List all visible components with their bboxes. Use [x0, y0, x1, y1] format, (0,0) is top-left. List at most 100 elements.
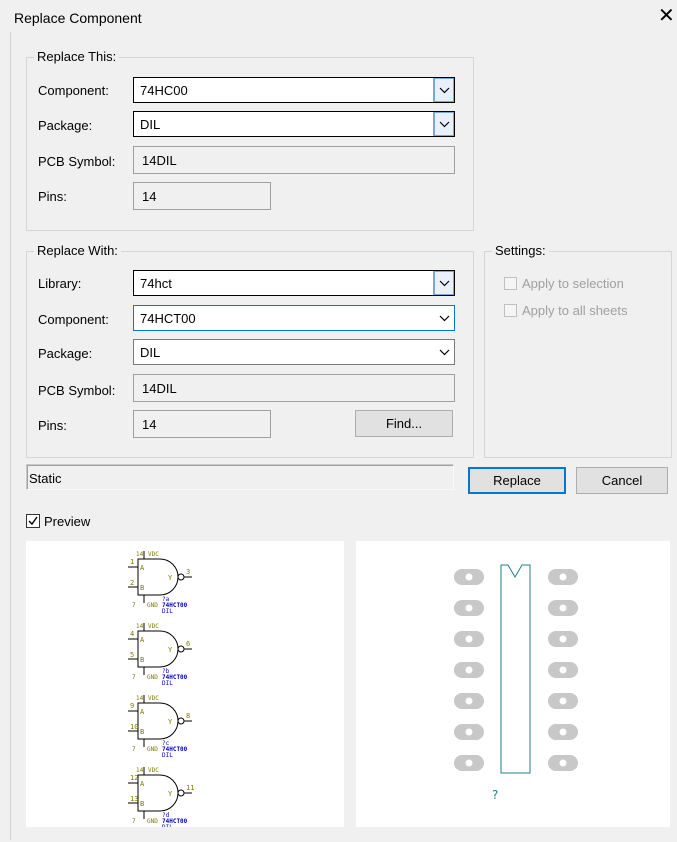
pin-letter-b: B	[140, 728, 144, 736]
power-net-label: VDC	[148, 551, 159, 558]
pin-number-a: 4	[130, 630, 134, 638]
nand-bubble	[177, 645, 185, 653]
library-combo[interactable]: 74hct	[133, 270, 455, 296]
new-pcb-symbol-field: 14DIL	[133, 374, 455, 402]
pcb-pad-hole	[559, 573, 567, 581]
power-pin-number: 14	[136, 767, 144, 774]
pcb-pad-hole	[559, 635, 567, 643]
pin-number-b: 5	[130, 651, 134, 659]
gnd-net-label: GND	[147, 602, 158, 609]
cancel-button[interactable]: Cancel	[576, 467, 668, 494]
pin-letter-a: A	[140, 564, 145, 572]
pin-letter-a: A	[140, 780, 145, 788]
pin-letter-a: A	[140, 708, 145, 716]
pin-number-out: 11	[186, 784, 194, 792]
current-pins-value: 14	[142, 189, 157, 204]
package-label: Package:	[38, 118, 93, 133]
pin-number-out: 8	[186, 712, 190, 720]
power-pin-number: 14	[136, 695, 144, 702]
pin-number-out: 3	[186, 568, 190, 576]
power-net-label: VDC	[148, 623, 159, 630]
pcb-refdes: ?	[492, 788, 498, 802]
find-button[interactable]: Find...	[355, 410, 453, 437]
pin-number-out: 6	[186, 640, 190, 648]
pin-number-b: 2	[130, 579, 134, 587]
gnd-net-label: GND	[147, 674, 158, 681]
pin-letter-b: B	[140, 584, 144, 592]
power-pin-number: 14	[136, 623, 144, 630]
new-pins-value: 14	[142, 417, 157, 432]
pin-letter-y: Y	[168, 718, 173, 726]
gnd-net-label: GND	[147, 818, 158, 825]
pcb-pad-hole	[559, 666, 567, 674]
current-component-value: 74HC00	[140, 83, 188, 98]
replace-this-legend: Replace This:	[34, 49, 120, 64]
pcb-pad-hole	[465, 759, 473, 767]
pcb-pad-hole	[559, 759, 567, 767]
gnd-pin-number: 7	[132, 602, 136, 609]
chevron-down-icon[interactable]	[434, 340, 454, 364]
new-component-label: Component:	[38, 312, 109, 327]
schematic-preview-svg: 12314 VDC7 GNDABY?a74HCT00DIL45614 VDC7 GNDA…	[128, 551, 194, 831]
chevron-down-icon[interactable]	[433, 112, 454, 136]
pin-letter-b: B	[140, 800, 144, 808]
current-pcb-symbol-value: 14DIL	[142, 153, 177, 168]
pin-letter-y: Y	[168, 790, 173, 798]
current-component-combo[interactable]: 74HC00	[133, 77, 455, 103]
pcb-pad-hole	[465, 666, 473, 674]
gnd-pin-number: 7	[132, 818, 136, 825]
power-net-label: VDC	[148, 695, 159, 702]
checkmark-icon	[28, 516, 38, 526]
window-title: Replace Component	[14, 10, 142, 26]
close-icon[interactable]: ✕	[658, 6, 675, 26]
new-package-combo[interactable]: DIL	[133, 339, 455, 365]
pin-number-a: 9	[130, 702, 134, 710]
new-package-value: DIL	[140, 345, 161, 360]
package-name: DIL	[162, 608, 173, 615]
new-pins-label: Pins:	[38, 418, 67, 433]
chevron-down-icon[interactable]	[433, 271, 454, 295]
current-package-value: DIL	[140, 117, 161, 132]
pcb-pad-hole	[465, 728, 473, 736]
apply-all-sheets-checkbox[interactable]	[504, 304, 517, 317]
settings-legend: Settings:	[492, 243, 549, 258]
pcb-pad-hole	[465, 573, 473, 581]
component-label: Component:	[38, 83, 109, 98]
pins-label: Pins:	[38, 189, 67, 204]
replace-button[interactable]: Replace	[468, 467, 566, 494]
pin-number-b: 10	[130, 723, 138, 731]
new-pins-field: 14	[133, 410, 271, 438]
current-package-combo[interactable]: DIL	[133, 111, 455, 137]
preview-label: Preview	[44, 514, 91, 529]
pcb-pad-hole	[559, 728, 567, 736]
pcb-pad-hole	[559, 697, 567, 705]
status-field: Static	[26, 464, 454, 490]
gnd-net-label: GND	[147, 746, 158, 753]
new-component-combo[interactable]: 74HCT00	[133, 305, 455, 331]
library-value: 74hct	[140, 276, 172, 291]
pcb-pad-hole	[465, 604, 473, 612]
package-name: DIL	[162, 824, 173, 827]
pcb-pad-hole	[559, 604, 567, 612]
new-pcb-symbol-value: 14DIL	[142, 381, 177, 396]
library-label: Library:	[38, 276, 82, 291]
pcb-preview-panel: ?	[356, 541, 670, 827]
apply-selection-label: Apply to selection	[522, 276, 624, 291]
pin-letter-b: B	[140, 656, 144, 664]
chevron-down-icon[interactable]	[434, 306, 454, 330]
package-name: DIL	[162, 680, 173, 687]
nand-bubble	[177, 573, 185, 581]
preview-checkbox[interactable]	[26, 514, 40, 528]
package-name: DIL	[162, 752, 173, 759]
schematic-preview-panel: 1 2 3 14 VDC 7 GND A B Y ?a 74HCT00 DIL 4 5 6 14 VDC 7 GND A…	[26, 541, 344, 831]
pcb-pad-hole	[465, 635, 473, 643]
pin-letter-y: Y	[168, 646, 173, 654]
pin-letter-y: Y	[168, 574, 173, 582]
apply-selection-checkbox[interactable]	[504, 277, 517, 290]
chevron-down-icon[interactable]	[433, 78, 454, 102]
pin-number-a: 1	[130, 558, 134, 566]
current-pcb-symbol-field: 14DIL	[133, 146, 455, 174]
pcb-symbol-label: PCB Symbol:	[38, 154, 116, 169]
nand-bubble	[177, 789, 185, 797]
apply-all-sheets-label: Apply to all sheets	[522, 303, 628, 318]
